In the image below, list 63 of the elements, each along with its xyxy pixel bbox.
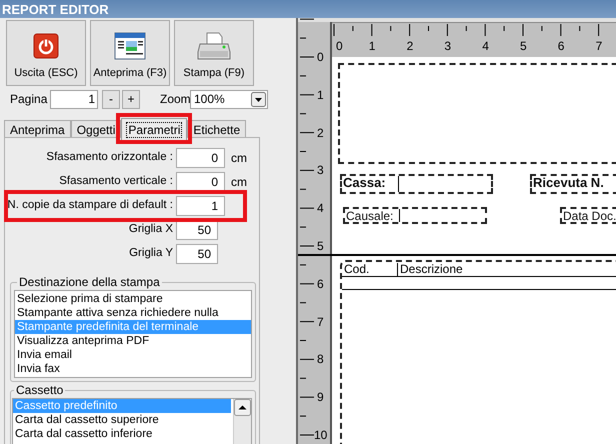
list-item[interactable]: Carta dal cassetto inferiore — [13, 427, 231, 441]
group-title: Destinazione della stampa — [17, 275, 162, 289]
report-label: Cassa: — [342, 176, 387, 192]
page-field[interactable]: 1 — [50, 90, 98, 108]
table-header: Descrizione — [398, 263, 616, 277]
printer-icon — [197, 31, 231, 61]
report-label: Data Doc. — [562, 209, 616, 222]
scroll-up-icon[interactable] — [234, 399, 251, 416]
ruler-number: 3 — [444, 40, 452, 52]
ruler-number: 4 — [482, 40, 489, 52]
ruler-number: 4 — [317, 202, 324, 214]
ruler-number: 5 — [520, 40, 527, 52]
number-field[interactable]: 1 — [176, 196, 225, 216]
toolbar-button[interactable]: Stampa (F9) — [174, 20, 254, 86]
scrollbar[interactable] — [233, 399, 251, 444]
number-field[interactable]: 50 — [176, 220, 218, 240]
field-label: Griglia Y — [128, 246, 174, 262]
window-title: REPORT EDITOR — [2, 2, 109, 16]
toolbar-button[interactable]: Anteprima (F3) — [90, 20, 170, 86]
ruler-number: 0 — [336, 40, 343, 52]
page-label: Pagina — [10, 91, 48, 108]
ruler-number: 2 — [317, 126, 324, 139]
list-item[interactable]: Carta dal cassetto superiore — [13, 413, 231, 427]
list-item[interactable]: Selezione prima di stampare — [15, 292, 251, 306]
field-label: Sfasamento orizzontale : — [45, 150, 174, 166]
window-preview-icon — [114, 32, 146, 60]
ruler-number: 9 — [317, 391, 324, 404]
number-field[interactable]: 0 — [176, 148, 225, 168]
ruler-number: 1 — [317, 88, 324, 101]
field-label: Sfasamento verticale : — [58, 174, 174, 190]
ruler-number: 0 — [317, 51, 324, 63]
zoom-label: Zoom — [160, 91, 190, 108]
unit-label: cm — [231, 150, 247, 167]
report-label: Causale: — [345, 209, 394, 222]
ruler-number: 10 — [314, 429, 328, 441]
page-step-button[interactable]: - — [102, 90, 120, 108]
toolbar-button[interactable]: Uscita (ESC) — [6, 20, 86, 86]
number-field[interactable]: 0 — [176, 172, 225, 192]
ruler-number: 2 — [406, 40, 414, 52]
ruler-number: 8 — [317, 353, 324, 366]
number-field[interactable]: 50 — [176, 244, 218, 264]
ruler-number: 7 — [596, 40, 602, 52]
unit-label: cm — [231, 174, 247, 191]
tab[interactable]: Parametri — [121, 118, 188, 140]
field-label: Griglia X — [128, 222, 174, 238]
power-icon — [33, 33, 59, 59]
ruler-number: 3 — [317, 164, 324, 176]
ruler-number: 7 — [317, 316, 324, 328]
page-step-button[interactable]: + — [122, 90, 140, 108]
ruler-number: 6 — [317, 278, 324, 290]
table-header: Cod. — [342, 263, 398, 277]
list-item[interactable]: Invia fax — [15, 362, 251, 376]
caret-icon — [251, 92, 266, 106]
group-title: Cassetto — [14, 383, 66, 397]
zoom-dropdown[interactable]: 100% — [190, 90, 268, 108]
field-label: N. copie da stampare di default : — [6, 198, 174, 214]
ruler-number: 1 — [368, 40, 376, 52]
list-item[interactable]: Invia email — [15, 348, 251, 362]
list-item[interactable]: Stampante attiva senza richiedere nulla — [15, 306, 251, 320]
report-label: Ricevuta N. — [532, 176, 605, 192]
ruler-number: 6 — [558, 40, 564, 52]
ruler-number: 5 — [317, 240, 324, 252]
list-item[interactable]: Visualizza anteprima PDF — [15, 334, 251, 348]
